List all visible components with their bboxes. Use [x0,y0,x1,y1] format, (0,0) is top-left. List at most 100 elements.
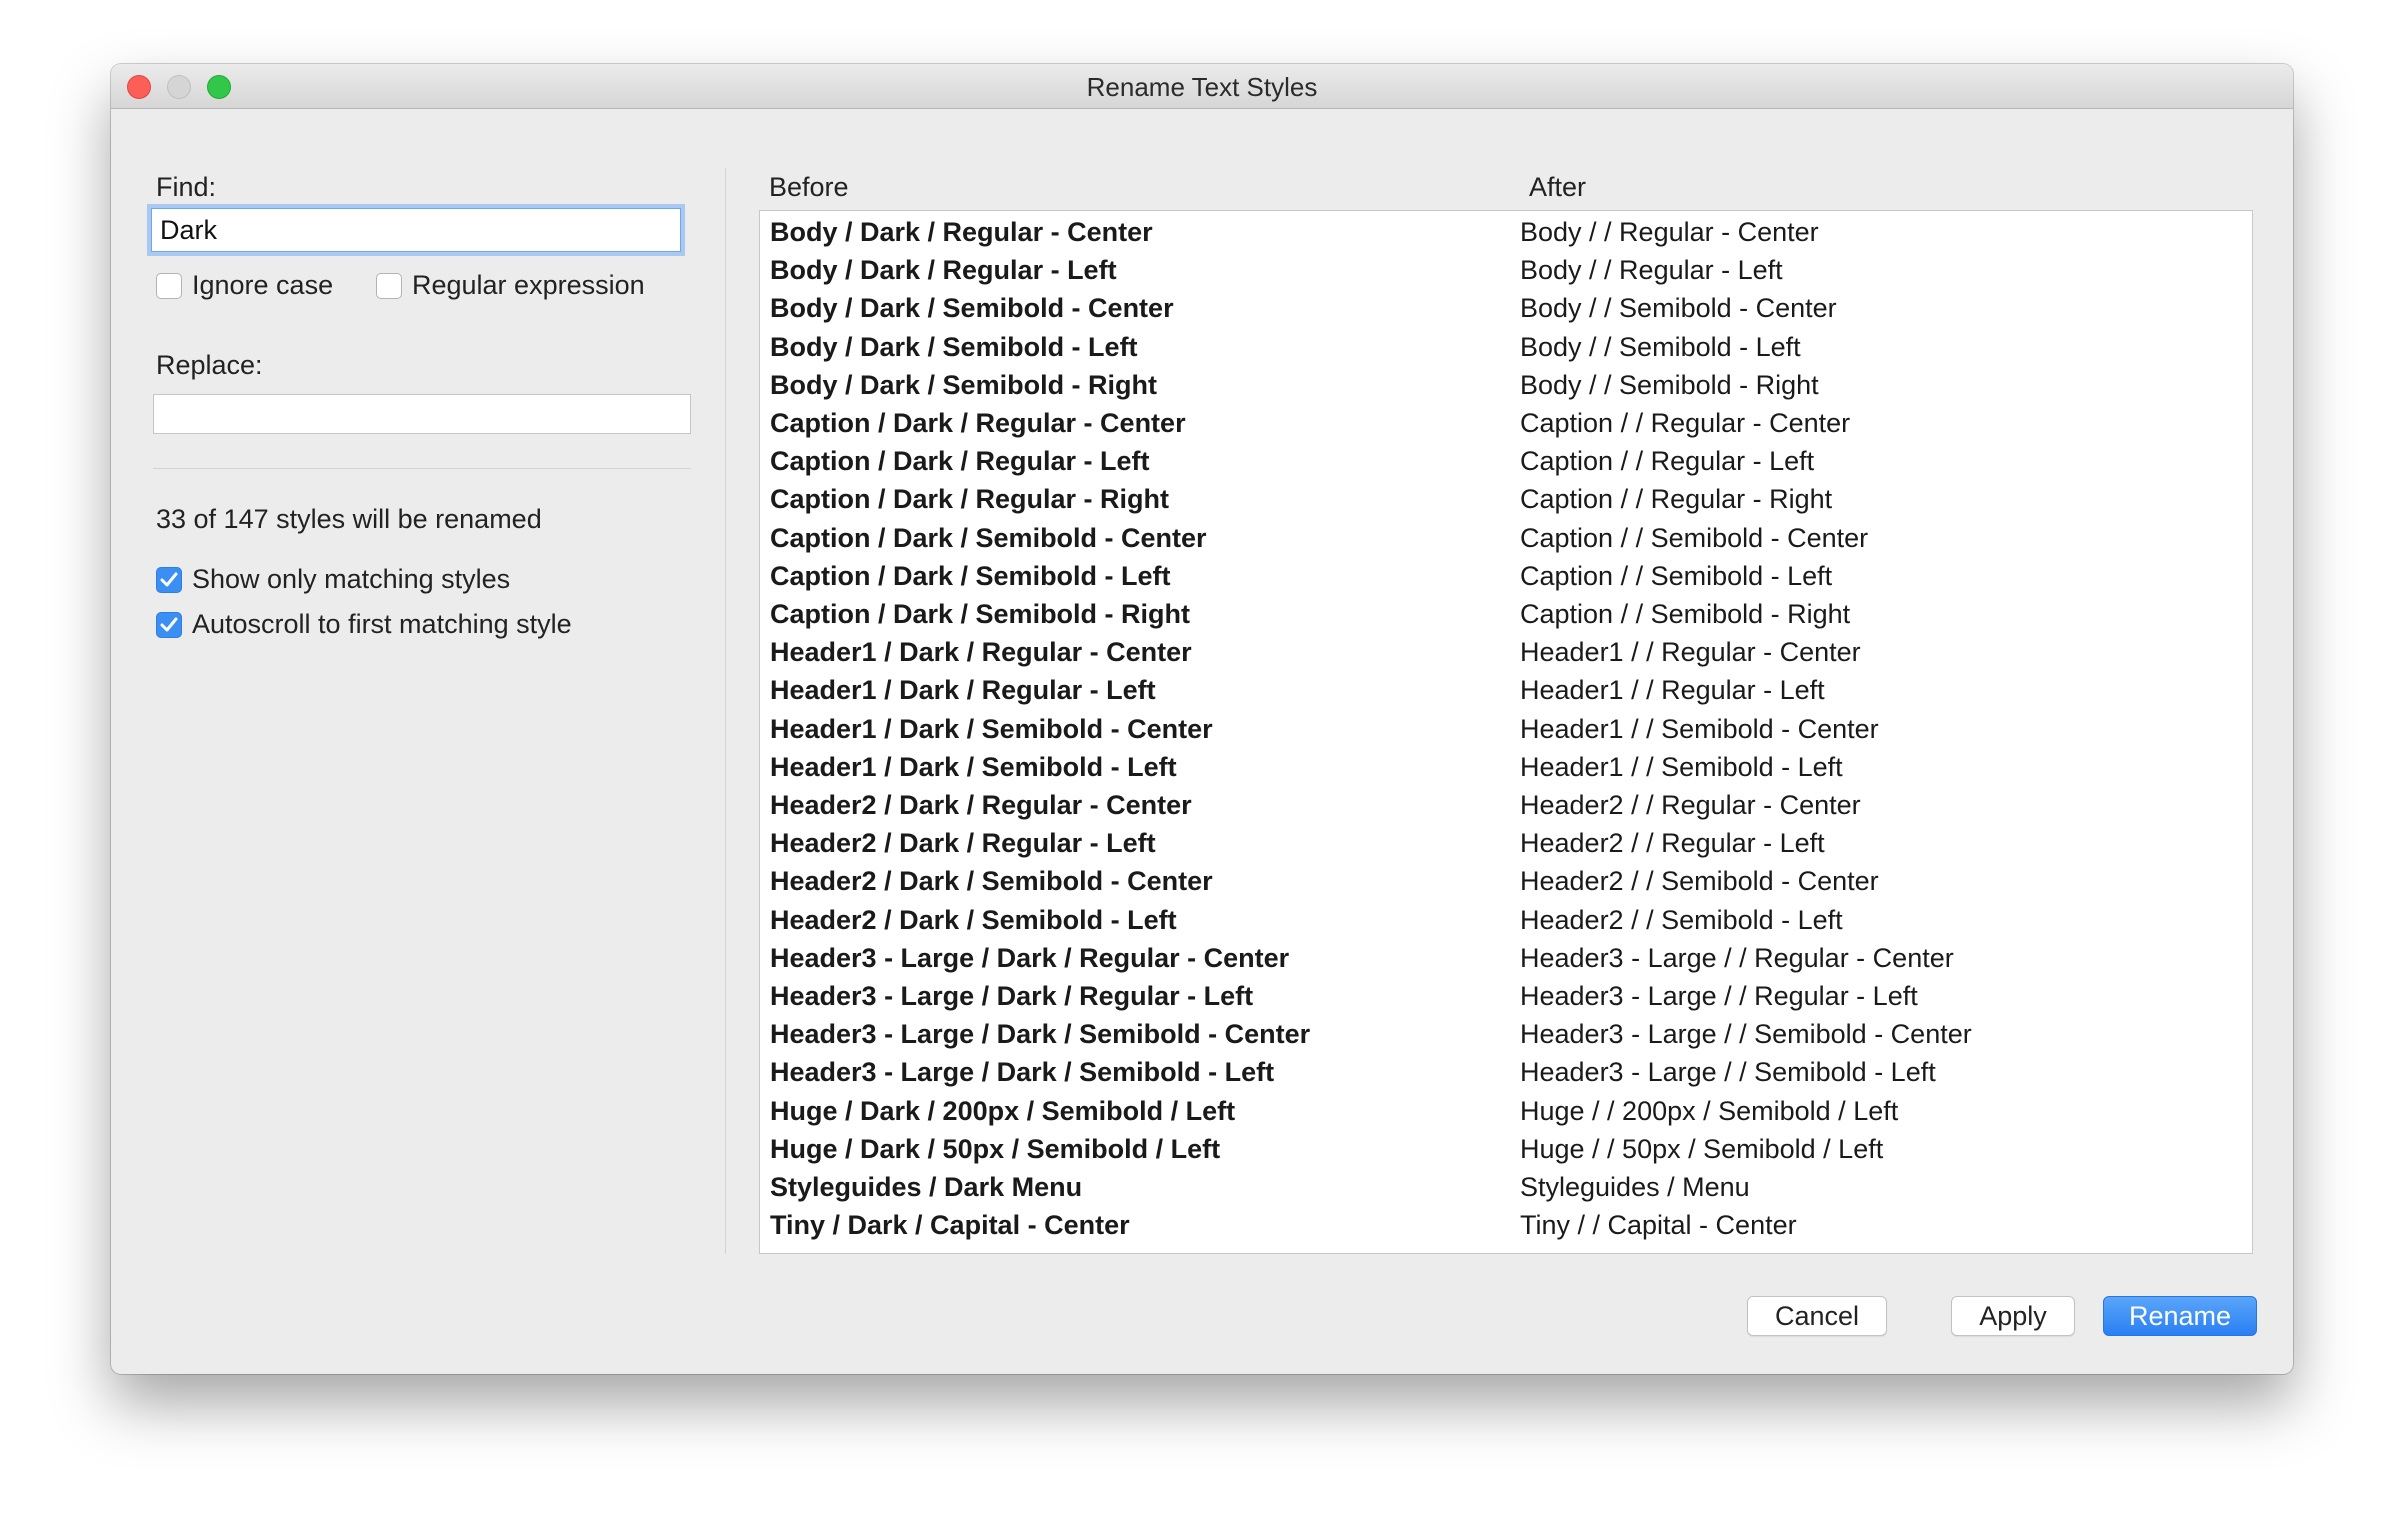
after-cell: Header1 / / Regular - Center [1520,637,1861,668]
after-cell: Tiny / / Capital - Center [1520,1210,1797,1241]
after-cell: Header1 / / Semibold - Left [1520,751,1843,782]
table-row[interactable]: Header3 - Large / Dark / Regular - Left H… [760,979,2252,1017]
after-cell: Body / / Regular - Left [1520,255,1783,286]
after-cell: Styleguides / Menu [1520,1172,1750,1202]
before-cell: Tiny / Dark / Capital - Center [770,1210,1130,1241]
before-cell: Header1 / Dark / Semibold - Center [770,713,1213,744]
table-row[interactable]: Body / Dark / Semibold - Center Body / / … [760,291,2252,329]
table-row[interactable]: Header2 / Dark / Semibold - Center Header… [760,864,2252,902]
after-cell: Body / / Semibold - Right [1520,369,1819,400]
table-row[interactable]: Header2 / Dark / Regular - Center Header2… [760,788,2252,826]
table-row[interactable]: Caption / Dark / Regular - Center Caption… [760,406,2252,444]
table-row[interactable]: Header3 - Large / Dark / Semibold - Cent… [760,1017,2252,1055]
window-title: Rename Text Styles [1086,72,1318,102]
after-cell: Header2 / / Regular - Left [1520,828,1825,859]
table-row[interactable]: Styleguides / Dark Menu Styleguides / Men… [760,1170,2252,1208]
table-row[interactable]: Header2 / Dark / Regular - Left Header2 /… [760,826,2252,864]
table-row[interactable]: Header1 / Dark / Regular - Left Header1 /… [760,673,2252,711]
show-only-matching-label: Show only matching styles [192,564,511,594]
after-cell: Caption / / Regular - Left [1520,446,1815,477]
after-cell: Caption / / Regular - Right [1520,484,1833,515]
table-row[interactable]: Caption / Dark / Regular - Right Caption … [760,482,2252,520]
after-cell: Caption / / Semibold - Right [1520,599,1851,629]
checkmark-icon [160,617,178,631]
after-cell: Header3 - Large / / Regular - Left [1520,981,1918,1011]
after-cell: Caption / / Semibold - Center [1520,522,1869,553]
divider [153,468,691,469]
regex-option[interactable]: Regular expression [376,270,645,301]
find-label: Find: [156,172,217,202]
after-cell: Body / / Semibold - Left [1520,331,1801,362]
column-header-before: Before [769,172,849,202]
before-cell: Header2 / Dark / Regular - Center [770,790,1192,820]
before-cell: Header2 / Dark / Semibold - Center [770,866,1213,897]
ignore-case-option[interactable]: Ignore case [156,270,333,301]
before-cell: Header3 - Large / Dark / Regular - Left [770,981,1254,1011]
cancel-button[interactable]: Cancel [1747,1296,1887,1336]
after-cell: Header3 - Large / / Semibold - Left [1520,1057,1936,1088]
before-cell: Header1 / Dark / Regular - Left [770,675,1156,706]
autoscroll-label: Autoscroll to first matching style [192,609,572,639]
table-row[interactable]: Caption / Dark / Regular - Left Caption /… [760,444,2252,482]
after-cell: Header1 / / Semibold - Center [1520,713,1879,744]
table-row[interactable]: Body / Dark / Semibold - Right Body / / S… [760,368,2252,406]
autoscroll-checkbox[interactable] [156,611,182,638]
table-row[interactable]: Header3 - Large / Dark / Semibold - Left… [760,1055,2252,1093]
before-cell: Caption / Dark / Regular - Center [770,408,1186,438]
after-cell: Header3 - Large / / Regular - Center [1520,942,1954,973]
table-row[interactable]: Body / Dark / Semibold - Left Body / / Se… [760,330,2252,368]
before-cell: Header1 / Dark / Regular - Center [770,637,1192,668]
regex-checkbox[interactable] [376,272,402,299]
after-cell: Header2 / / Regular - Center [1520,790,1861,820]
before-cell: Caption / Dark / Regular - Right [770,484,1170,515]
before-cell: Body / Dark / Regular - Left [770,255,1117,286]
column-header-after: After [1529,172,1587,202]
replace-label: Replace: [156,350,263,380]
table-row[interactable]: Huge / Dark / 200px / Semibold / Left Hug… [760,1094,2252,1132]
table-row[interactable]: Caption / Dark / Semibold - Right Caption… [760,597,2252,635]
after-cell: Body / / Regular - Center [1520,217,1819,247]
before-cell: Body / Dark / Semibold - Right [770,369,1158,400]
after-cell: Caption / / Semibold - Left [1520,560,1833,591]
after-cell: Header1 / / Regular - Left [1520,675,1825,706]
autoscroll-option[interactable]: Autoscroll to first matching style [156,609,572,640]
before-cell: Header3 - Large / Dark / Semibold - Left [770,1057,1275,1088]
after-cell: Body / / Semibold - Center [1520,293,1837,324]
before-cell: Caption / Dark / Regular - Left [770,446,1150,477]
title-bar[interactable]: Rename Text Styles [111,64,2293,109]
apply-button[interactable]: Apply [1951,1296,2075,1336]
after-cell: Header2 / / Semibold - Left [1520,904,1843,935]
before-cell: Header3 - Large / Dark / Regular - Cente… [770,942,1290,973]
before-cell: Body / Dark / Regular - Center [770,217,1153,247]
before-cell: Header2 / Dark / Semibold - Left [770,904,1177,935]
regex-label: Regular expression [412,270,645,300]
show-only-matching-checkbox[interactable] [156,566,182,593]
table-row[interactable]: Header2 / Dark / Semibold - Left Header2 … [760,903,2252,941]
before-cell: Header3 - Large / Dark / Semibold - Cent… [770,1019,1311,1050]
table-row[interactable]: Body / Dark / Regular - Center Body / / R… [760,215,2252,253]
replace-input[interactable] [153,394,691,434]
table-row[interactable]: Header1 / Dark / Regular - Center Header1… [760,635,2252,673]
before-cell: Header1 / Dark / Semibold - Left [770,751,1177,782]
table-row[interactable]: Caption / Dark / Semibold - Center Captio… [760,521,2252,559]
before-cell: Caption / Dark / Semibold - Center [770,522,1207,553]
rename-preview-table[interactable]: Body / Dark / Regular - Center Body / / R… [759,210,2253,1254]
before-cell: Huge / Dark / 50px / Semibold / Left [770,1133,1221,1164]
after-cell: Header2 / / Semibold - Center [1520,866,1879,897]
after-cell: Huge / / 50px / Semibold / Left [1520,1133,1884,1164]
table-row[interactable]: Tiny / Dark / Capital - Center Tiny / / C… [760,1208,2252,1246]
ignore-case-checkbox[interactable] [156,272,182,299]
table-row[interactable]: Huge / Dark / 50px / Semibold / Left Huge… [760,1132,2252,1170]
show-only-matching-option[interactable]: Show only matching styles [156,564,510,595]
table-row[interactable]: Header1 / Dark / Semibold - Center Header… [760,712,2252,750]
table-row[interactable]: Header3 - Large / Dark / Regular - Cente… [760,941,2252,979]
before-cell: Caption / Dark / Semibold - Left [770,560,1171,591]
rename-button[interactable]: Rename [2103,1296,2257,1336]
table-row[interactable]: Caption / Dark / Semibold - Left Caption … [760,559,2252,597]
table-row[interactable]: Header1 / Dark / Semibold - Left Header1 … [760,750,2252,788]
find-input[interactable] [151,208,681,252]
table-row[interactable]: Body / Dark / Regular - Left Body / / Reg… [760,253,2252,291]
before-cell: Body / Dark / Semibold - Left [770,331,1138,362]
after-cell: Header3 - Large / / Semibold - Center [1520,1019,1972,1050]
before-cell: Huge / Dark / 200px / Semibold / Left [770,1095,1236,1126]
